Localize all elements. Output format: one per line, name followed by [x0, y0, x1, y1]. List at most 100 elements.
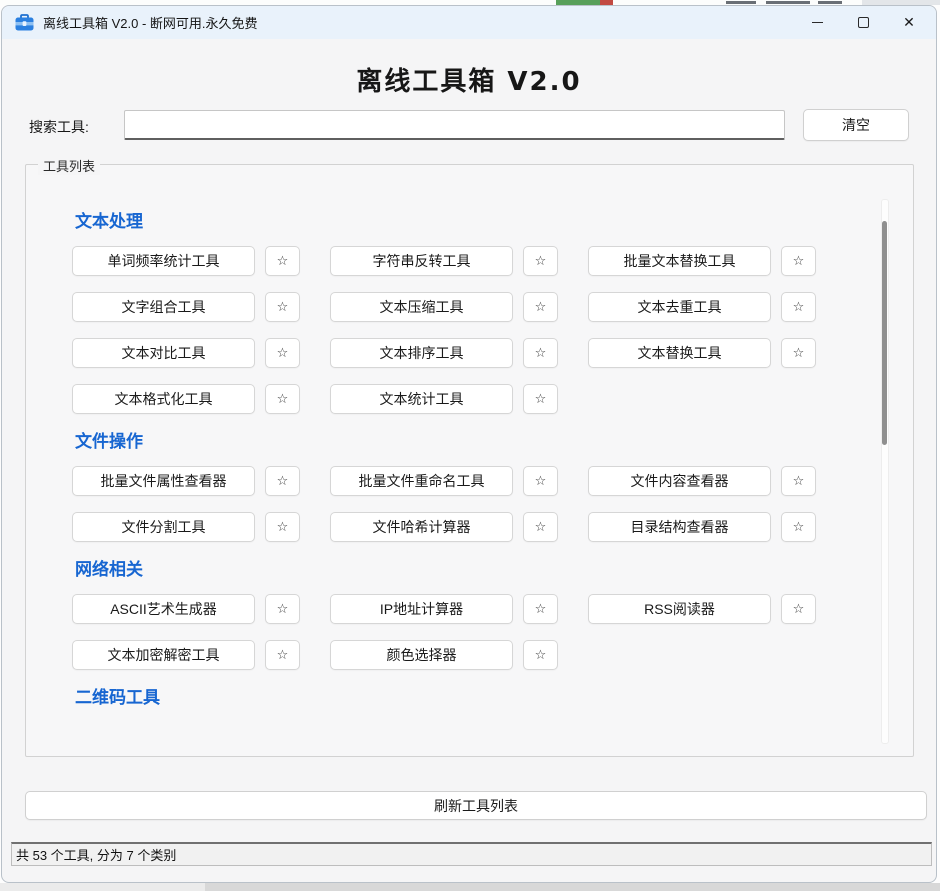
minimize-icon: [812, 22, 823, 23]
groupbox-legend: 工具列表: [38, 156, 100, 175]
tool-button[interactable]: 颜色选择器: [330, 640, 513, 670]
favorite-star-button[interactable]: ☆: [265, 338, 300, 368]
page-title: 离线工具箱 V2.0: [2, 61, 936, 98]
favorite-star-button[interactable]: ☆: [523, 594, 558, 624]
search-row: 搜索工具: 清空: [2, 109, 936, 143]
tool-button[interactable]: 文件哈希计算器: [330, 512, 513, 542]
window-title: 离线工具箱 V2.0 - 断网可用.永久免费: [43, 13, 794, 32]
favorite-star-button[interactable]: ☆: [523, 292, 558, 322]
search-label: 搜索工具:: [29, 117, 89, 137]
tool-cell: 文本对比工具 ☆: [72, 338, 330, 368]
maximize-button[interactable]: [840, 6, 886, 39]
tool-button[interactable]: 文本压缩工具: [330, 292, 513, 322]
tool-list-content: 文本处理单词频率统计工具☆字符串反转工具☆批量文本替换工具☆文字组合工具☆文本压…: [26, 165, 913, 710]
tool-cell: 文本格式化工具 ☆: [72, 384, 330, 414]
tool-cell: 目录结构查看器 ☆: [588, 512, 846, 542]
tool-cell: 批量文件重命名工具 ☆: [330, 466, 588, 496]
category-heading: 网络相关: [75, 558, 913, 582]
tool-button[interactable]: IP地址计算器: [330, 594, 513, 624]
tool-button[interactable]: 文本加密解密工具: [72, 640, 255, 670]
favorite-star-button[interactable]: ☆: [265, 594, 300, 624]
favorite-star-button[interactable]: ☆: [523, 338, 558, 368]
tool-list-groupbox: 文本处理单词频率统计工具☆字符串反转工具☆批量文本替换工具☆文字组合工具☆文本压…: [25, 164, 914, 757]
favorite-star-button[interactable]: ☆: [265, 640, 300, 670]
tool-cell: ASCII艺术生成器 ☆: [72, 594, 330, 624]
titlebar: 离线工具箱 V2.0 - 断网可用.永久免费 ✕: [2, 6, 936, 39]
favorite-star-button[interactable]: ☆: [781, 594, 816, 624]
tool-button[interactable]: 文本替换工具: [588, 338, 771, 368]
tool-button[interactable]: 文本统计工具: [330, 384, 513, 414]
category-heading: 文本处理: [75, 210, 913, 234]
tool-cell: 单词频率统计工具 ☆: [72, 246, 330, 276]
tool-cell: 文本替换工具 ☆: [588, 338, 846, 368]
tool-grid: 批量文件属性查看器 ☆ 批量文件重命名工具 ☆ 文件内容查看器 ☆ 文件分割工具 ☆ 文件哈希计…: [72, 466, 913, 542]
tool-button[interactable]: 批量文件重命名工具: [330, 466, 513, 496]
tool-cell: 文本加密解密工具 ☆: [72, 640, 330, 670]
favorite-star-button[interactable]: ☆: [265, 384, 300, 414]
tool-cell: 文件分割工具 ☆: [72, 512, 330, 542]
scrollbar-thumb[interactable]: [882, 221, 887, 445]
favorite-star-button[interactable]: ☆: [523, 466, 558, 496]
tool-button[interactable]: 文本排序工具: [330, 338, 513, 368]
search-input[interactable]: [124, 110, 785, 140]
background-sliver-mark: [726, 1, 756, 4]
tool-cell: 文本统计工具 ☆: [330, 384, 588, 414]
background-sliver-mark: [766, 1, 810, 4]
favorite-star-button[interactable]: ☆: [523, 246, 558, 276]
tool-button[interactable]: 单词频率统计工具: [72, 246, 255, 276]
tool-cell: 批量文本替换工具 ☆: [588, 246, 846, 276]
tool-cell: 文本去重工具 ☆: [588, 292, 846, 322]
favorite-star-button[interactable]: ☆: [781, 338, 816, 368]
status-bar: 共 53 个工具, 分为 7 个类别: [11, 842, 932, 866]
app-window: 离线工具箱 V2.0 - 断网可用.永久免费 ✕ 离线工具箱 V2.0 搜索工具…: [1, 5, 937, 883]
favorite-star-button[interactable]: ☆: [781, 246, 816, 276]
tool-button[interactable]: 文本格式化工具: [72, 384, 255, 414]
close-button[interactable]: ✕: [886, 6, 932, 39]
clear-button[interactable]: 清空: [803, 109, 909, 141]
favorite-star-button[interactable]: ☆: [523, 512, 558, 542]
tool-cell: 字符串反转工具 ☆: [330, 246, 588, 276]
tool-button[interactable]: 字符串反转工具: [330, 246, 513, 276]
refresh-tools-button[interactable]: 刷新工具列表: [25, 791, 927, 820]
favorite-star-button[interactable]: ☆: [523, 640, 558, 670]
category-heading: 二维码工具: [75, 686, 913, 710]
status-text: 共 53 个工具, 分为 7 个类别: [16, 845, 176, 864]
desktop-strip-left: [0, 883, 205, 891]
tool-cell: 文本排序工具 ☆: [330, 338, 588, 368]
tool-button[interactable]: 目录结构查看器: [588, 512, 771, 542]
category-heading: 文件操作: [75, 430, 913, 454]
tool-button[interactable]: 批量文件属性查看器: [72, 466, 255, 496]
tool-grid: 单词频率统计工具 ☆ 字符串反转工具 ☆ 批量文本替换工具 ☆ 文字组合工具 ☆ 文本压缩工具 ☆…: [72, 246, 913, 414]
favorite-star-button[interactable]: ☆: [781, 466, 816, 496]
background-sliver-mark: [818, 1, 842, 4]
favorite-star-button[interactable]: ☆: [265, 466, 300, 496]
tool-cell: 批量文件属性查看器 ☆: [72, 466, 330, 496]
tool-button[interactable]: 文件内容查看器: [588, 466, 771, 496]
favorite-star-button[interactable]: ☆: [781, 292, 816, 322]
window-controls: ✕: [794, 6, 932, 39]
tool-button[interactable]: 文字组合工具: [72, 292, 255, 322]
close-icon: ✕: [903, 16, 915, 30]
scrollbar-track[interactable]: [881, 199, 889, 744]
favorite-star-button[interactable]: ☆: [523, 384, 558, 414]
tool-cell: 颜色选择器 ☆: [330, 640, 588, 670]
tool-cell: 文字组合工具 ☆: [72, 292, 330, 322]
minimize-button[interactable]: [794, 6, 840, 39]
tool-cell: 文本压缩工具 ☆: [330, 292, 588, 322]
tool-cell: IP地址计算器 ☆: [330, 594, 588, 624]
tool-button[interactable]: 文本对比工具: [72, 338, 255, 368]
maximize-icon: [858, 17, 869, 28]
tool-button[interactable]: 文件分割工具: [72, 512, 255, 542]
favorite-star-button[interactable]: ☆: [265, 246, 300, 276]
toolbox-icon: [15, 14, 34, 31]
tool-cell: 文件内容查看器 ☆: [588, 466, 846, 496]
tool-grid: ASCII艺术生成器☆IP地址计算器☆RSS阅读器☆文本加密解密工具☆颜色选择器…: [72, 594, 913, 670]
tool-button[interactable]: 文本去重工具: [588, 292, 771, 322]
tool-cell: RSS阅读器 ☆: [588, 594, 846, 624]
tool-button[interactable]: ASCII艺术生成器: [72, 594, 255, 624]
tool-button[interactable]: RSS阅读器: [588, 594, 771, 624]
favorite-star-button[interactable]: ☆: [781, 512, 816, 542]
favorite-star-button[interactable]: ☆: [265, 512, 300, 542]
tool-button[interactable]: 批量文本替换工具: [588, 246, 771, 276]
favorite-star-button[interactable]: ☆: [265, 292, 300, 322]
